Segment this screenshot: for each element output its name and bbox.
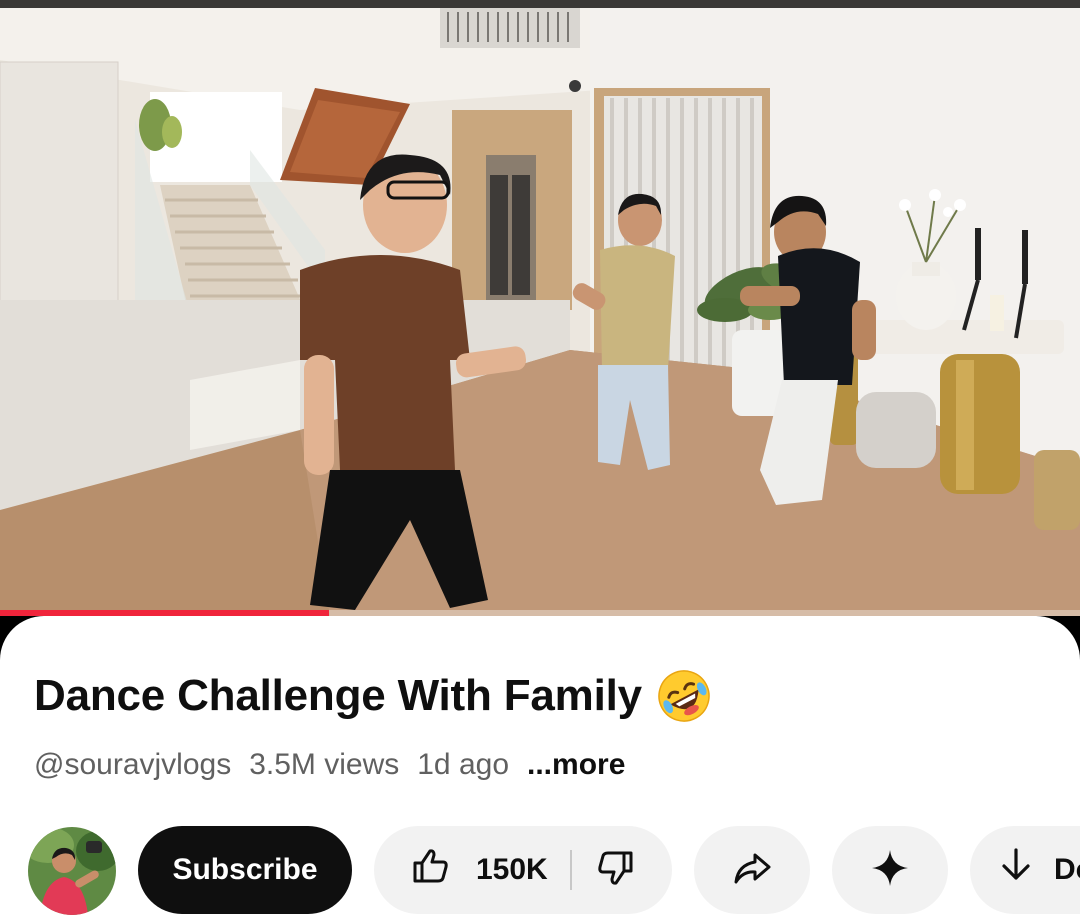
more-description-link[interactable]: ...more [527, 748, 625, 782]
video-player[interactable] [0, 0, 1080, 616]
youtube-watch-screen: Dance Challenge With Family @souravjvlog… [0, 0, 1080, 922]
download-label: Do [1054, 853, 1080, 886]
remix-button[interactable] [832, 826, 948, 914]
download-button[interactable]: Do [970, 826, 1080, 914]
video-frame [0, 0, 1080, 616]
video-title-row[interactable]: Dance Challenge With Family [34, 668, 712, 724]
sparkle-icon [870, 848, 910, 893]
share-button[interactable] [694, 826, 810, 914]
like-button[interactable]: 150K [374, 826, 548, 914]
subscribe-button[interactable]: Subscribe [138, 826, 352, 914]
video-title[interactable]: Dance Challenge With Family [34, 671, 642, 721]
channel-handle[interactable]: @souravjvlogs [34, 748, 231, 782]
thumbs-up-icon [410, 846, 450, 894]
status-strip [0, 0, 1080, 8]
download-arrow-icon [998, 846, 1034, 894]
like-count: 150K [476, 853, 548, 886]
like-dislike-group: 150K [374, 826, 672, 914]
thumbs-down-icon [596, 848, 636, 893]
view-count: 3.5M views [249, 748, 400, 781]
share-arrow-icon [731, 847, 773, 894]
rolling-on-the-floor-laughing-emoji-icon [656, 668, 712, 724]
dislike-button[interactable] [572, 826, 660, 914]
video-metadata-row[interactable]: @souravjvlogs 3.5M views 1d ago ...more [34, 748, 625, 782]
channel-avatar[interactable] [28, 827, 116, 915]
upload-age: 1d ago [417, 748, 510, 781]
